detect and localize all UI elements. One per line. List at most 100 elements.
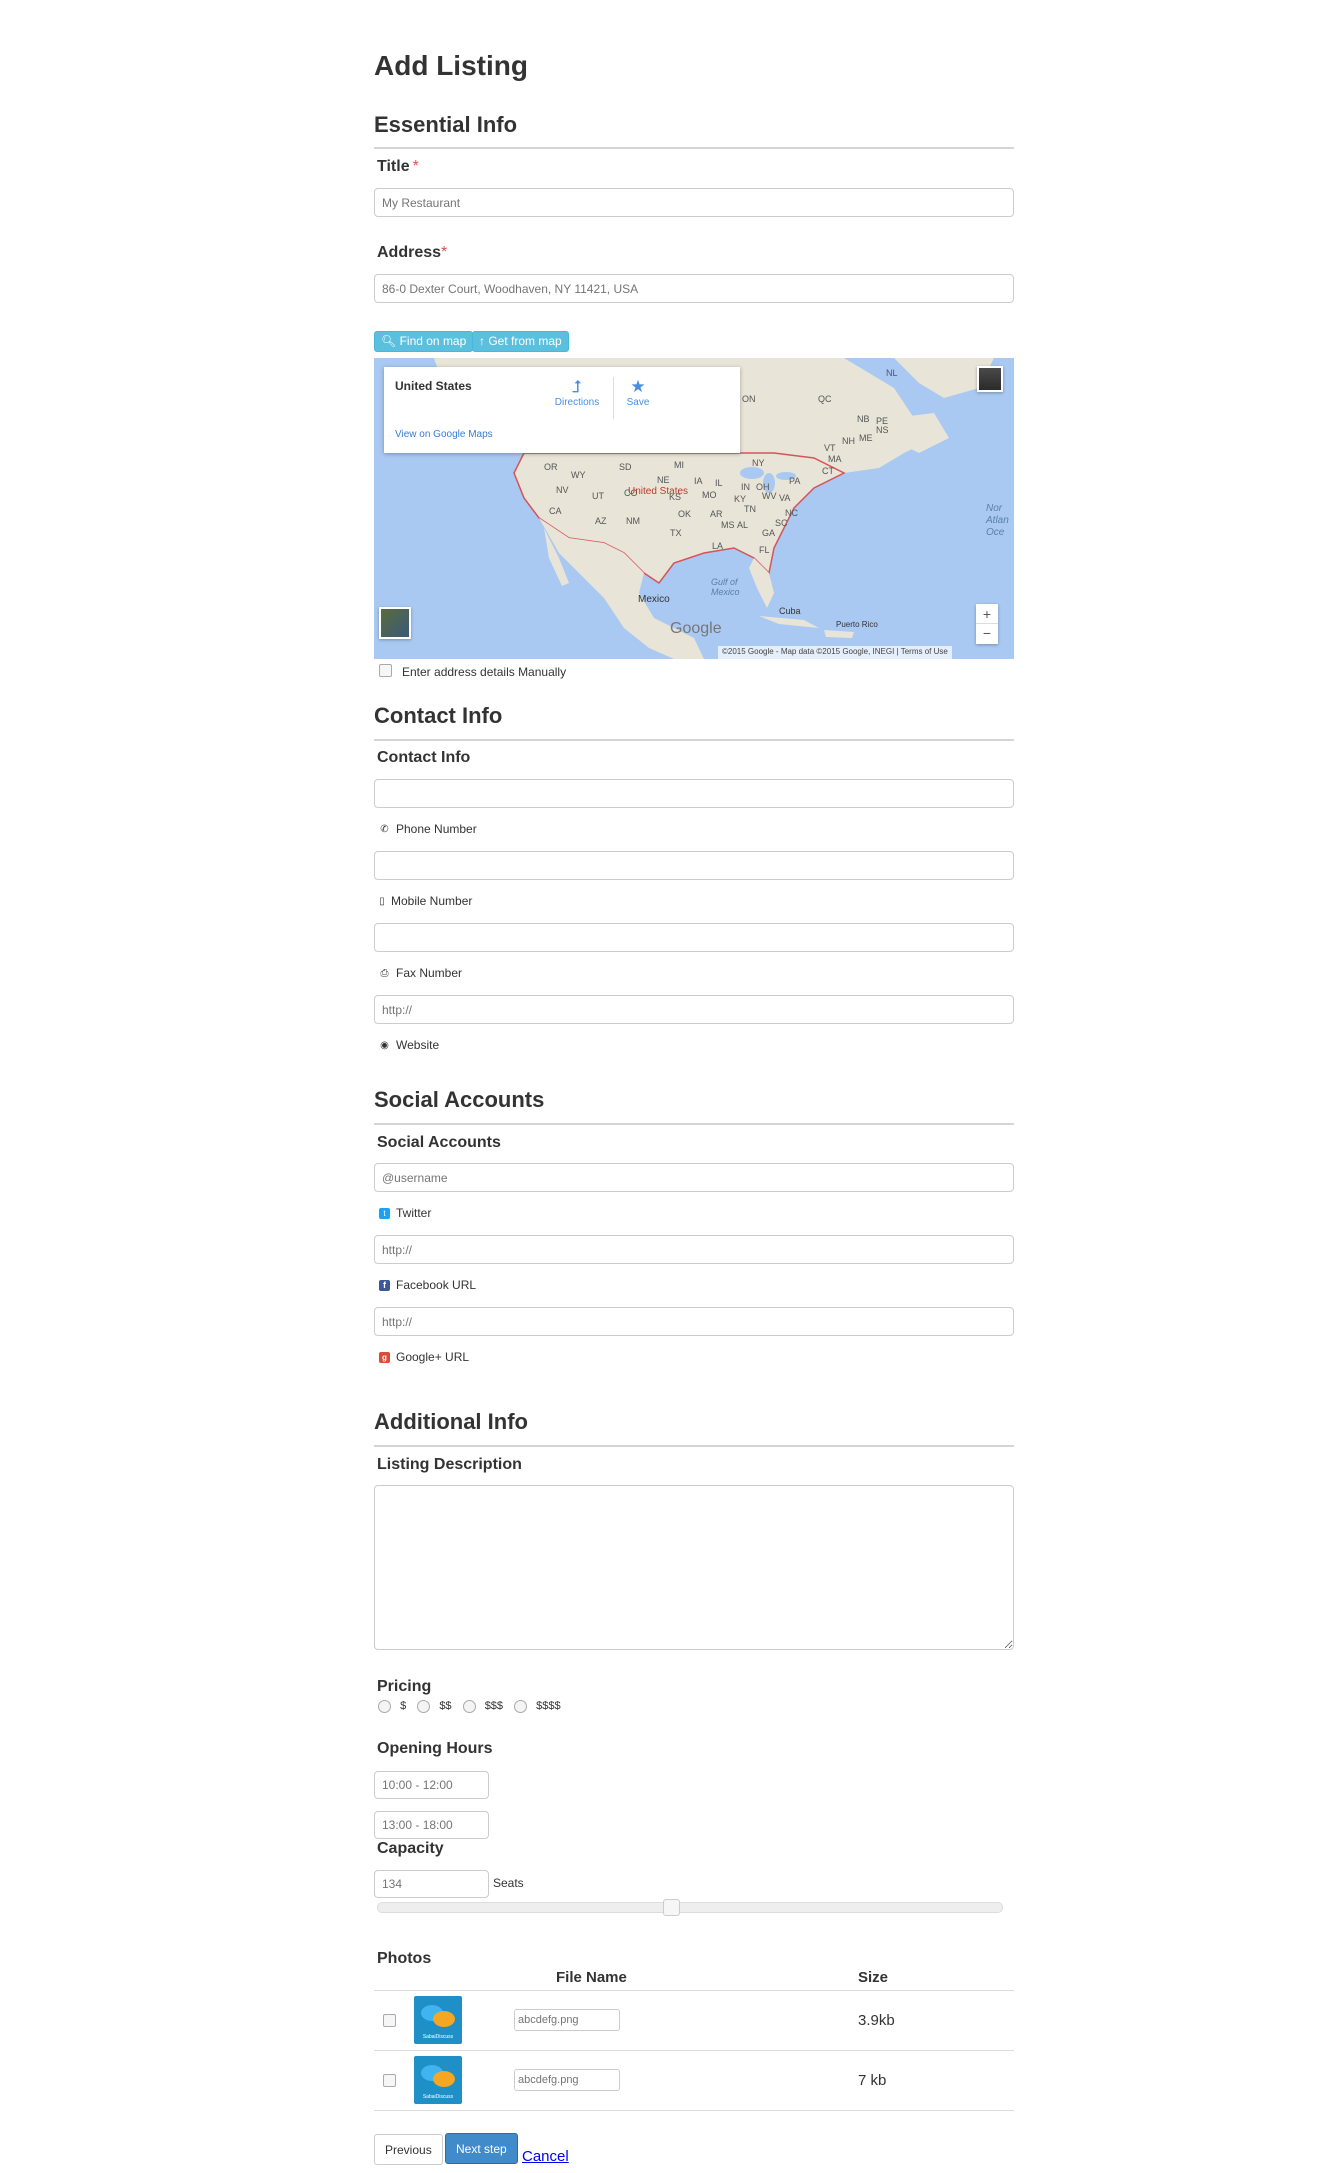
satellite-toggle[interactable] — [379, 607, 411, 639]
title-label: Title * — [377, 158, 419, 176]
photo-filename-input[interactable] — [514, 2069, 620, 2091]
directions-button[interactable]: ⮥ Directions — [547, 377, 607, 408]
photo-size: 3.9kb — [858, 2011, 895, 2029]
mobile-help: ▯ Mobile Number — [379, 894, 472, 908]
contact-info-label: Contact Info — [377, 749, 471, 766]
pricing-radio-4[interactable] — [514, 1700, 528, 1713]
select-header — [374, 1966, 414, 1990]
address-input[interactable] — [374, 274, 1014, 303]
listing-description-label: Listing Description — [377, 1456, 522, 1473]
street-view-pegman[interactable] — [977, 366, 1003, 392]
pricing-radio-3[interactable] — [462, 1700, 476, 1713]
manual-address-checkbox[interactable] — [379, 664, 392, 677]
opening-hours-input-2[interactable] — [374, 1811, 489, 1839]
phone-input[interactable] — [374, 779, 1014, 808]
photo-filename-input[interactable] — [514, 2009, 620, 2031]
phone-help-text: Phone Number — [396, 822, 477, 836]
map-state-label: OK — [678, 509, 692, 519]
social-accounts-heading: Social Accounts — [374, 1087, 545, 1112]
phone-icon: ✆ — [380, 823, 389, 835]
google-plus-input[interactable] — [374, 1307, 1014, 1336]
map-state-label: KY — [734, 494, 747, 504]
map-state-label: VA — [779, 493, 791, 503]
next-step-button[interactable]: Next step — [445, 2133, 518, 2164]
satellite-thumbnail-icon — [381, 609, 409, 637]
zoom-out-button[interactable]: − — [976, 624, 998, 644]
website-help: ◉ Website — [379, 1038, 439, 1052]
map-state-label: VT — [824, 443, 836, 453]
photos-table: File Name Size SabaiDiscuss 3.9kb — [374, 1966, 1014, 2111]
pricing-radio-1[interactable] — [378, 1700, 391, 1713]
opening-hours-label: Opening Hours — [377, 1740, 493, 1757]
map-mexico-label: Mexico — [638, 594, 670, 605]
map-state-label: NH — [842, 436, 855, 446]
map-state-label: NY — [752, 458, 765, 468]
twitter-input[interactable] — [374, 1163, 1014, 1192]
map-state-label: LA — [712, 541, 724, 551]
map-state-label: NM — [626, 516, 640, 526]
zoom-in-button[interactable]: + — [976, 604, 998, 624]
thumb-caption: SabaiDiscuss — [422, 2094, 454, 2100]
google-map[interactable]: OR SD MI NY WY NE IA IL IN OH PA NV UT C… — [374, 358, 1014, 659]
photo-select-checkbox[interactable] — [383, 2013, 396, 2027]
thumbnail-header — [414, 1966, 514, 1990]
get-from-map-label: Get from map — [488, 334, 562, 348]
save-place-button[interactable]: ★ Save — [618, 377, 658, 408]
required-marker: * — [412, 158, 419, 175]
photo-thumbnail: SabaiDiscuss — [414, 2056, 462, 2104]
mobile-help-text: Mobile Number — [391, 894, 473, 908]
address-label-text: Address — [377, 244, 442, 261]
view-on-google-maps-link[interactable]: View on Google Maps — [395, 429, 493, 440]
mobile-input[interactable] — [374, 851, 1014, 880]
listing-description-textarea[interactable] — [374, 1485, 1014, 1650]
map-card-divider — [613, 377, 614, 419]
divider — [374, 1445, 1014, 1447]
capacity-slider-track[interactable] — [377, 1899, 1003, 1916]
fax-input[interactable] — [374, 923, 1014, 952]
divider — [374, 739, 1014, 741]
photo-size: 7 kb — [858, 2071, 887, 2089]
capacity-input[interactable] — [374, 1870, 489, 1898]
twitter-icon: t — [379, 1207, 390, 1219]
map-state-label: NC — [785, 508, 798, 518]
previous-button[interactable]: Previous — [374, 2134, 443, 2165]
photo-select-checkbox[interactable] — [383, 2073, 396, 2087]
divider — [374, 147, 1014, 149]
facebook-help: f Facebook URL — [379, 1278, 476, 1292]
map-state-label: NB — [857, 414, 870, 424]
website-input[interactable] — [374, 995, 1014, 1024]
fax-icon: ⎙ — [380, 967, 389, 979]
address-label: Address* — [377, 244, 447, 262]
search-icon: 🔍︎ — [381, 334, 397, 348]
facebook-input[interactable] — [374, 1235, 1014, 1264]
chat-bubble-icon — [433, 2071, 455, 2087]
find-on-map-button[interactable]: 🔍︎ Find on map — [374, 331, 474, 352]
map-state-label: SC — [775, 518, 788, 528]
pricing-option-label: $ — [400, 1700, 407, 1713]
map-state-label: MI — [674, 460, 684, 470]
capacity-slider-handle[interactable] — [663, 1899, 680, 1916]
page-title: Add Listing — [374, 50, 528, 81]
fax-help: ⎙ Fax Number — [379, 966, 463, 980]
attribution-text: ©2015 Google - Map data ©2015 Google, IN… — [722, 647, 895, 656]
chat-bubble-icon — [433, 2011, 455, 2027]
table-row: SabaiDiscuss 7 kb — [374, 2050, 1014, 2110]
thumb-caption: SabaiDiscuss — [422, 2034, 454, 2040]
map-state-label: ME — [859, 433, 873, 443]
map-pr-label: Puerto Rico — [836, 620, 878, 629]
cancel-link[interactable]: Cancel — [522, 2148, 569, 2165]
map-state-label: IN — [741, 482, 750, 492]
pricing-option-label: $$$ — [484, 1700, 504, 1713]
terms-link[interactable]: Terms of Use — [901, 647, 948, 656]
map-state-label: MA — [828, 454, 842, 464]
directions-label: Directions — [554, 397, 600, 408]
opening-hours-input-1[interactable] — [374, 1771, 489, 1799]
title-input[interactable] — [374, 188, 1014, 217]
capacity-label: Capacity — [377, 1840, 444, 1857]
map-gulf-label: Gulf of Mexico — [711, 577, 740, 597]
pricing-radio-2[interactable] — [417, 1700, 431, 1713]
map-state-label: CA — [549, 506, 562, 516]
map-state-label: AZ — [595, 516, 607, 526]
map-state-label: SD — [619, 462, 632, 472]
get-from-map-button[interactable]: ↑ Get from map — [472, 331, 569, 352]
